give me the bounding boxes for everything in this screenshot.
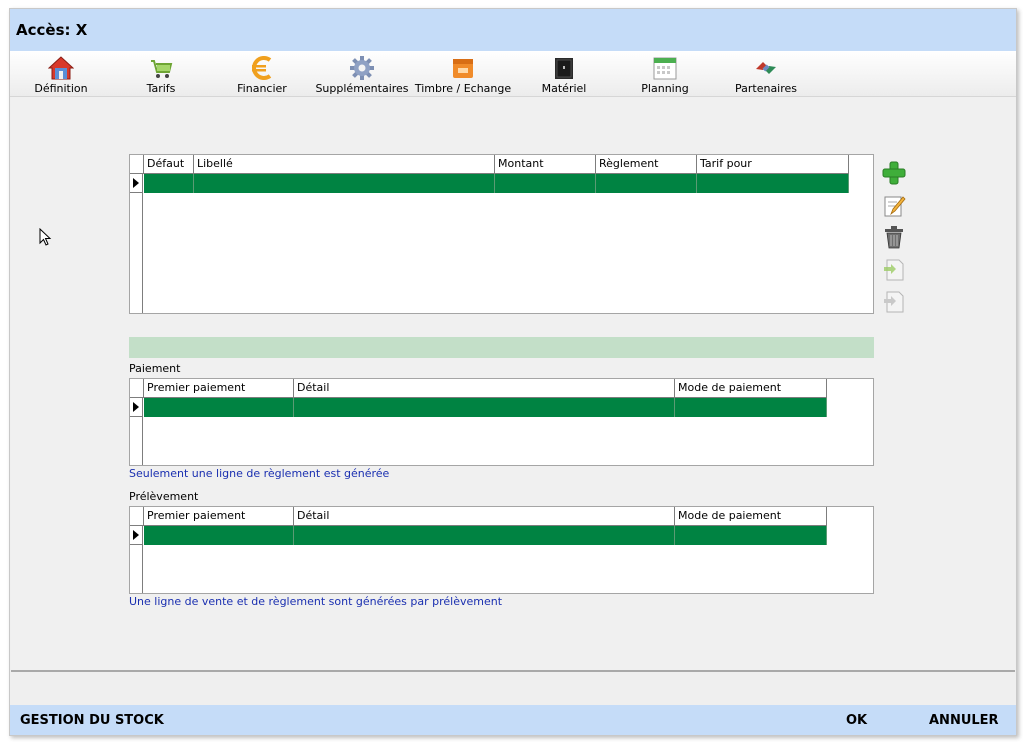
stock-management-button[interactable]: GESTION DU STOCK bbox=[20, 713, 164, 728]
column-header-defaut[interactable]: Défaut bbox=[144, 155, 194, 174]
toolbar-item-definition[interactable]: Définition bbox=[11, 51, 111, 97]
table-row[interactable] bbox=[144, 174, 849, 193]
table-cell[interactable] bbox=[675, 398, 827, 417]
toolbar-label: Financier bbox=[237, 82, 287, 95]
tarifs-grid[interactable]: Défaut Libellé Montant Règlement Tarif p… bbox=[129, 154, 874, 314]
row-header-column bbox=[130, 417, 143, 465]
row-pointer-icon bbox=[133, 178, 139, 188]
toolbar-item-tarifs[interactable]: Tarifs bbox=[111, 51, 211, 97]
table-cell[interactable] bbox=[495, 174, 596, 193]
plus-icon[interactable] bbox=[881, 160, 907, 186]
safe-icon bbox=[555, 58, 573, 79]
column-header-detail[interactable]: Détail bbox=[294, 507, 675, 526]
row-pointer-icon bbox=[133, 402, 139, 412]
toolbar-item-supplementaires[interactable]: Supplémentaires bbox=[312, 51, 412, 97]
pencil-icon[interactable] bbox=[881, 193, 907, 219]
title-bar: Accès: X bbox=[10, 9, 1016, 51]
table-row[interactable] bbox=[144, 398, 827, 417]
column-header-detail[interactable]: Détail bbox=[294, 379, 675, 398]
toolbar-label: Timbre / Echange bbox=[414, 82, 512, 95]
cart-icon bbox=[151, 60, 173, 78]
table-cell[interactable] bbox=[144, 398, 294, 417]
grid-corner bbox=[130, 507, 144, 526]
table-cell[interactable] bbox=[144, 174, 194, 193]
stamp-icon bbox=[453, 59, 473, 78]
row-selector[interactable] bbox=[130, 526, 143, 545]
main-content: Défaut Libellé Montant Règlement Tarif p… bbox=[11, 97, 1015, 672]
column-header-reglement[interactable]: Règlement bbox=[596, 155, 697, 174]
column-header-libelle[interactable]: Libellé bbox=[194, 155, 495, 174]
toolbar-item-timbre-echange[interactable]: Timbre / Echange bbox=[413, 51, 513, 97]
toolbar-label: Planning bbox=[641, 82, 689, 95]
toolbar-item-partenaires[interactable]: Partenaires bbox=[716, 51, 816, 97]
prelevement-grid[interactable]: Premier paiement Détail Mode de paiement bbox=[129, 506, 874, 594]
toolbar-label: Tarifs bbox=[146, 82, 176, 95]
grid-corner bbox=[130, 155, 144, 174]
toolbar: Définition Tarifs Financier Supplémentai… bbox=[10, 51, 1016, 97]
footer-bar: GESTION DU STOCK OK ANNULER bbox=[10, 705, 1016, 735]
import-icon[interactable] bbox=[881, 257, 907, 283]
row-header-column bbox=[130, 193, 143, 313]
column-header-mode-de-paiement[interactable]: Mode de paiement bbox=[675, 507, 827, 526]
euro-icon bbox=[252, 56, 272, 80]
table-cell[interactable] bbox=[596, 174, 697, 193]
table-cell[interactable] bbox=[697, 174, 849, 193]
calendar-icon bbox=[653, 57, 677, 80]
column-header-premier-paiement[interactable]: Premier paiement bbox=[144, 379, 294, 398]
dialog-window: Accès: X Définition Tarifs Financier Sup… bbox=[9, 8, 1017, 736]
table-cell[interactable] bbox=[194, 174, 495, 193]
row-selector[interactable] bbox=[130, 398, 143, 417]
toolbar-item-planning[interactable]: Planning bbox=[615, 51, 715, 97]
table-cell[interactable] bbox=[294, 526, 675, 545]
row-selector[interactable] bbox=[130, 174, 143, 193]
prelevement-note: Une ligne de vente et de règlement sont … bbox=[129, 595, 503, 608]
export-icon[interactable] bbox=[881, 289, 907, 315]
table-cell[interactable] bbox=[675, 526, 827, 545]
row-header-column bbox=[130, 545, 143, 593]
column-header-mode-de-paiement[interactable]: Mode de paiement bbox=[675, 379, 827, 398]
paiement-grid[interactable]: Premier paiement Détail Mode de paiement bbox=[129, 378, 874, 466]
handshake-icon bbox=[756, 62, 776, 74]
table-row[interactable] bbox=[144, 526, 827, 545]
toolbar-item-materiel[interactable]: Matériel bbox=[514, 51, 614, 97]
separator-band bbox=[129, 337, 874, 358]
paiement-note: Seulement une ligne de règlement est gén… bbox=[129, 467, 390, 480]
column-header-montant[interactable]: Montant bbox=[495, 155, 596, 174]
cancel-button[interactable]: ANNULER bbox=[929, 713, 999, 728]
toolbar-label: Partenaires bbox=[734, 82, 798, 95]
row-pointer-icon bbox=[133, 530, 139, 540]
window-title: Accès: X bbox=[16, 21, 88, 39]
grid-corner bbox=[130, 379, 144, 398]
section-label-prelevement: Prélèvement bbox=[129, 490, 199, 503]
toolbar-label: Matériel bbox=[541, 82, 587, 95]
toolbar-item-financier[interactable]: Financier bbox=[212, 51, 312, 97]
toolbar-label: Supplémentaires bbox=[315, 82, 409, 95]
column-header-tarif-pour[interactable]: Tarif pour bbox=[697, 155, 849, 174]
toolbar-label: Définition bbox=[34, 82, 88, 95]
table-cell[interactable] bbox=[144, 526, 294, 545]
gear-icon bbox=[350, 56, 374, 80]
mouse-cursor-icon bbox=[39, 228, 52, 246]
trash-icon[interactable] bbox=[881, 224, 907, 250]
section-label-paiement: Paiement bbox=[129, 362, 181, 375]
ok-button[interactable]: OK bbox=[846, 713, 867, 728]
house-icon bbox=[48, 56, 74, 80]
column-header-premier-paiement[interactable]: Premier paiement bbox=[144, 507, 294, 526]
table-cell[interactable] bbox=[294, 398, 675, 417]
